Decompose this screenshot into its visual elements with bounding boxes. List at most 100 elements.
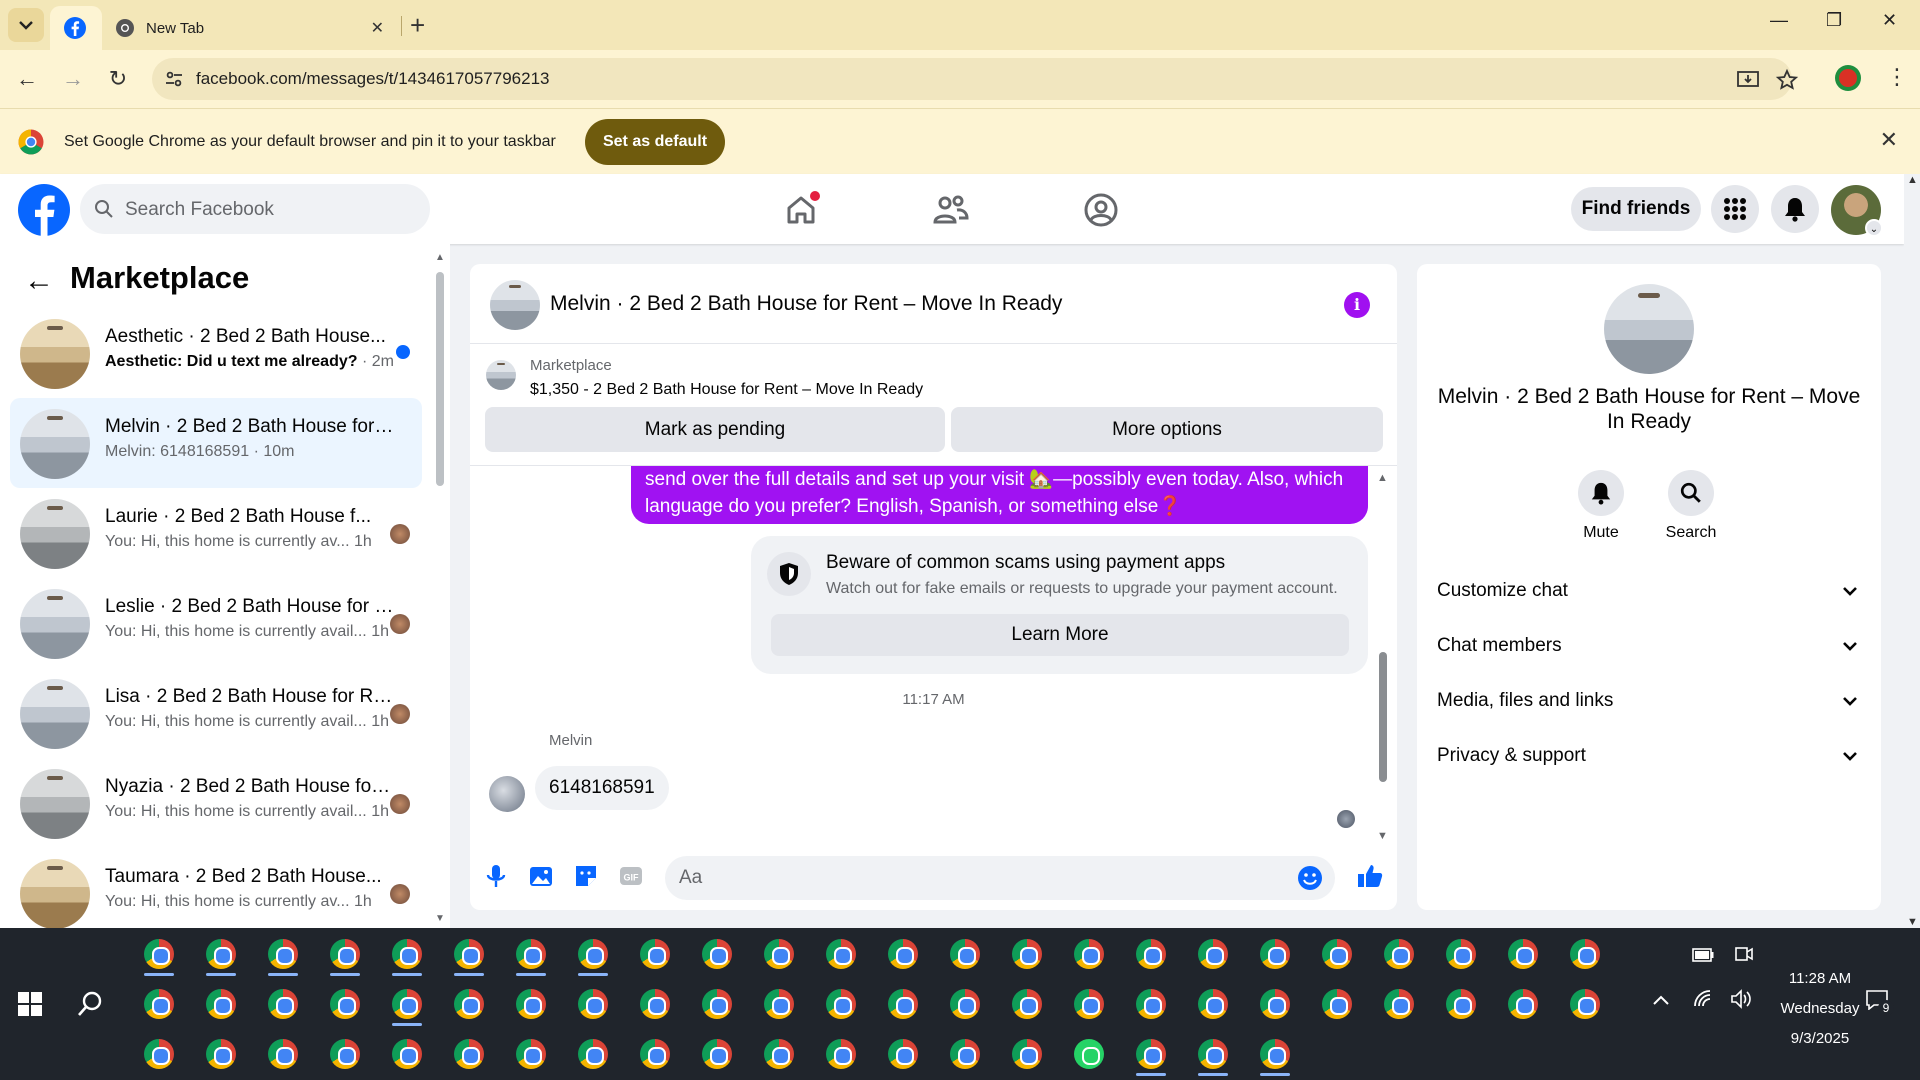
tab-new-tab[interactable]: New Tab ✕: [102, 6, 398, 50]
chrome-taskbar-icon[interactable]: [1368, 980, 1430, 1028]
chrome-taskbar-icon[interactable]: [376, 1030, 438, 1078]
chrome-taskbar-icon[interactable]: [624, 930, 686, 978]
conversation-item[interactable]: Laurie · 2 Bed 2 Bath House f... You: Hi,…: [10, 488, 422, 578]
chrome-taskbar-icon[interactable]: [1058, 980, 1120, 1028]
more-options-button[interactable]: More options: [951, 407, 1383, 452]
chrome-taskbar-icon[interactable]: [1120, 1030, 1182, 1078]
chrome-taskbar-icon[interactable]: [1244, 930, 1306, 978]
info-icon[interactable]: i: [1344, 292, 1370, 318]
chrome-taskbar-icon[interactable]: [500, 1030, 562, 1078]
install-app-icon[interactable]: [1736, 68, 1760, 92]
chat-scrollbar[interactable]: ▲ ▼: [1376, 472, 1390, 842]
meet-now-icon[interactable]: [1734, 944, 1754, 964]
back-arrow-icon[interactable]: ←: [24, 264, 54, 298]
chrome-taskbar-icon[interactable]: [438, 980, 500, 1028]
chrome-taskbar-icon[interactable]: [1182, 980, 1244, 1028]
chrome-taskbar-icon[interactable]: [190, 1030, 252, 1078]
conversation-item[interactable]: Taumara · 2 Bed 2 Bath House... You: Hi, …: [10, 848, 422, 938]
chrome-taskbar-icon[interactable]: [1430, 980, 1492, 1028]
chrome-taskbar-icon[interactable]: [872, 980, 934, 1028]
chrome-taskbar-icon[interactable]: [624, 980, 686, 1028]
notification-center-button[interactable]: 9: [1866, 990, 1894, 1016]
page-scrollbar[interactable]: ▲ ▼: [1904, 174, 1920, 928]
chrome-taskbar-icon[interactable]: [252, 980, 314, 1028]
chrome-taskbar-icon[interactable]: [934, 980, 996, 1028]
chrome-taskbar-icon[interactable]: [1058, 930, 1120, 978]
media-files-links-row[interactable]: Media, files and links: [1437, 681, 1861, 721]
gif-icon[interactable]: GIF: [617, 862, 645, 890]
chrome-taskbar-icon[interactable]: [1306, 980, 1368, 1028]
chat-members-row[interactable]: Chat members: [1437, 626, 1861, 666]
chevron-up-icon[interactable]: [1652, 994, 1670, 1006]
microphone-icon[interactable]: [482, 862, 510, 890]
chrome-taskbar-icon[interactable]: [810, 1030, 872, 1078]
chrome-taskbar-icon[interactable]: [872, 1030, 934, 1078]
chrome-taskbar-icon[interactable]: [314, 980, 376, 1028]
chrome-taskbar-icon[interactable]: [314, 930, 376, 978]
sticker-icon[interactable]: [572, 862, 600, 890]
window-close-icon[interactable]: ✕: [1882, 10, 1897, 31]
conversation-item[interactable]: Nyazia · 2 Bed 2 Bath House for ... You: …: [10, 758, 422, 848]
chrome-taskbar-icon[interactable]: [128, 980, 190, 1028]
chrome-taskbar-icon[interactable]: [1368, 930, 1430, 978]
scrollbar-thumb[interactable]: [1379, 652, 1387, 782]
chrome-taskbar-icon[interactable]: [810, 980, 872, 1028]
chrome-taskbar-icon[interactable]: [1182, 930, 1244, 978]
minimize-icon[interactable]: —: [1770, 10, 1788, 31]
chat-thumbnail[interactable]: [490, 280, 540, 330]
chrome-taskbar-icon[interactable]: [438, 930, 500, 978]
whatsapp-taskbar-icon[interactable]: [1058, 1030, 1120, 1078]
chrome-taskbar-icon[interactable]: [500, 930, 562, 978]
chrome-taskbar-icon[interactable]: [1554, 930, 1616, 978]
tab-facebook[interactable]: [50, 6, 102, 50]
menu-button[interactable]: [1711, 185, 1759, 233]
chrome-taskbar-icon[interactable]: [1182, 1030, 1244, 1078]
tab-search-dropdown[interactable]: [8, 8, 44, 42]
chrome-taskbar-icon[interactable]: [1120, 930, 1182, 978]
chrome-taskbar-icon[interactable]: [1554, 980, 1616, 1028]
chrome-taskbar-icon[interactable]: [748, 1030, 810, 1078]
chrome-taskbar-icon[interactable]: [1492, 980, 1554, 1028]
sender-avatar[interactable]: [489, 776, 525, 812]
groups-icon[interactable]: [1081, 190, 1121, 230]
facebook-search-input[interactable]: Search Facebook: [80, 184, 430, 234]
chrome-taskbar-icon[interactable]: [562, 1030, 624, 1078]
account-avatar[interactable]: ⌄: [1831, 185, 1883, 237]
taskbar-search-icon[interactable]: [76, 990, 104, 1018]
chrome-taskbar-icon[interactable]: [252, 1030, 314, 1078]
chrome-taskbar-icon[interactable]: [252, 930, 314, 978]
chrome-taskbar-icon[interactable]: [996, 980, 1058, 1028]
chrome-taskbar-icon[interactable]: [996, 1030, 1058, 1078]
find-friends-button[interactable]: Find friends: [1571, 187, 1701, 231]
chrome-taskbar-icon[interactable]: [128, 1030, 190, 1078]
chrome-taskbar-icon[interactable]: [934, 930, 996, 978]
volume-icon[interactable]: [1730, 988, 1754, 1010]
privacy-support-row[interactable]: Privacy & support: [1437, 736, 1861, 776]
restore-icon[interactable]: ❐: [1826, 10, 1842, 31]
chrome-taskbar-icon[interactable]: [438, 1030, 500, 1078]
close-tab-icon[interactable]: ✕: [371, 18, 384, 38]
chrome-taskbar-icon[interactable]: [810, 930, 872, 978]
infobar-close-icon[interactable]: ✕: [1880, 127, 1898, 153]
home-icon[interactable]: [781, 190, 821, 230]
chrome-taskbar-icon[interactable]: [562, 930, 624, 978]
listing-thumbnail[interactable]: [486, 360, 516, 390]
bookmark-star-icon[interactable]: [1775, 68, 1799, 92]
chrome-taskbar-icon[interactable]: [376, 980, 438, 1028]
taskbar-clock[interactable]: 11:28 AM Wednesday 9/3/2025: [1760, 964, 1880, 1054]
chrome-taskbar-icon[interactable]: [500, 980, 562, 1028]
customize-chat-row[interactable]: Customize chat: [1437, 571, 1861, 611]
chrome-taskbar-icon[interactable]: [872, 930, 934, 978]
search-in-chat-button[interactable]: Search: [1651, 470, 1731, 542]
set-as-default-button[interactable]: Set as default: [585, 119, 725, 165]
chrome-taskbar-icon[interactable]: [1430, 930, 1492, 978]
conversation-item[interactable]: Lisa · 2 Bed 2 Bath House for Re... You: …: [10, 668, 422, 758]
chrome-taskbar-icon[interactable]: [748, 930, 810, 978]
conversation-item[interactable]: Aesthetic · 2 Bed 2 Bath House... Aesthet…: [10, 308, 422, 398]
incoming-message[interactable]: 6148168591: [535, 766, 669, 810]
photo-icon[interactable]: [527, 862, 555, 890]
conversation-item[interactable]: Melvin · 2 Bed 2 Bath House for ... Melvi…: [10, 398, 422, 488]
chrome-taskbar-icon[interactable]: [562, 980, 624, 1028]
browser-menu-icon[interactable]: ⋮: [1886, 64, 1908, 90]
chrome-taskbar-icon[interactable]: [934, 1030, 996, 1078]
